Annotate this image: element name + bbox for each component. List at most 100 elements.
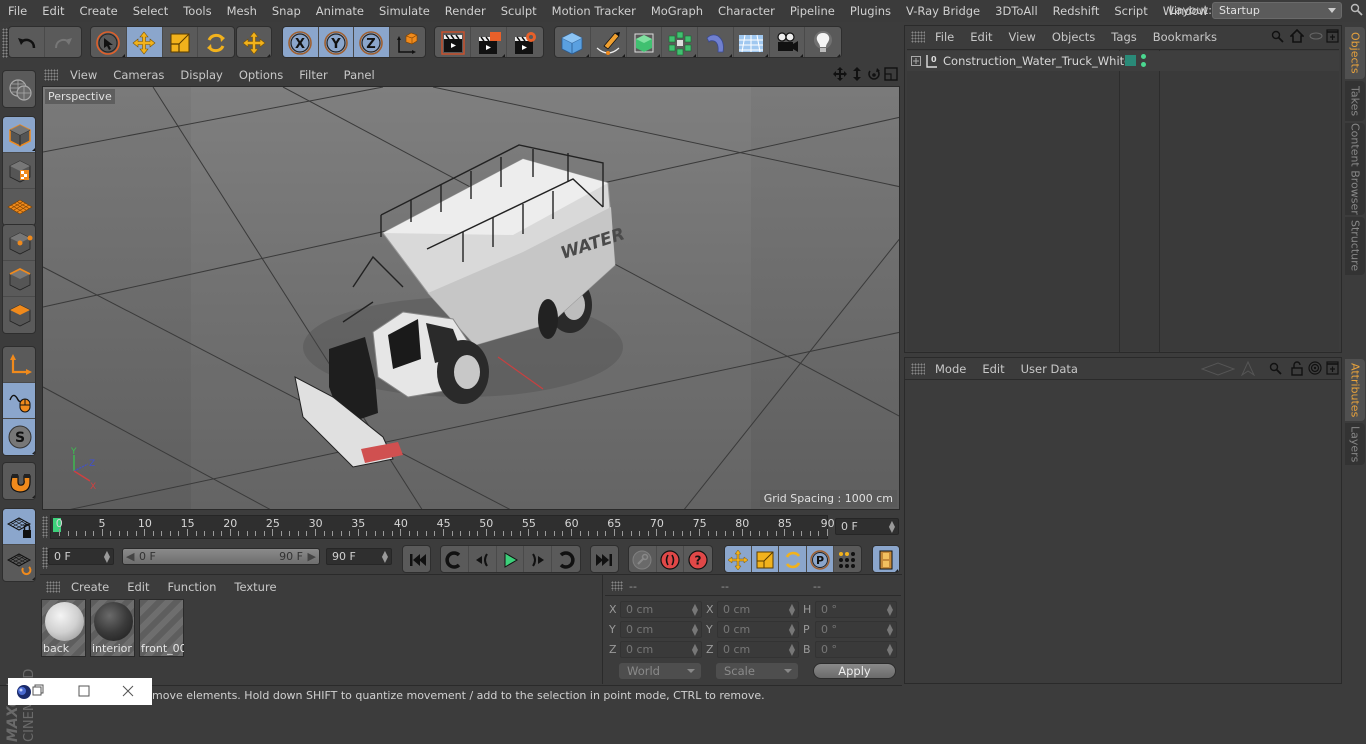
material-swatch[interactable]: front_00 (139, 599, 184, 657)
apply-button[interactable]: Apply (813, 663, 896, 679)
pen-button[interactable] (591, 27, 627, 57)
menu-pipeline[interactable]: Pipeline (782, 4, 842, 18)
make-editable-button[interactable] (3, 71, 35, 107)
go-to-start-button[interactable] (403, 546, 430, 572)
size-z-field[interactable]: 0 cm ▲ ▼ (717, 641, 799, 658)
material-menu-texture[interactable]: Texture (225, 580, 285, 594)
object-name[interactable]: Construction_Water_Truck_White (943, 54, 1131, 68)
spinner-arrows-icon[interactable]: ▲ ▼ (104, 550, 110, 564)
tab-layers[interactable]: Layers (1345, 423, 1365, 465)
next-key-button[interactable] (552, 546, 580, 572)
render-to-picture-viewer-button[interactable] (471, 27, 507, 57)
spinner-arrows-icon[interactable]: ▲ ▼ (789, 603, 795, 617)
next-frame-button[interactable] (524, 546, 553, 572)
menu-vray-bridge[interactable]: V-Ray Bridge (898, 4, 987, 18)
viewport-menu-panel[interactable]: Panel (336, 68, 383, 82)
position-y-field[interactable]: 0 cm ▲ ▼ (620, 621, 702, 638)
frame-range-slider[interactable]: ◀ 0 F 90 F ▶ (122, 548, 320, 565)
material-swatch[interactable]: back (41, 599, 86, 657)
new-panel-icon[interactable] (1326, 361, 1339, 375)
deformer-button[interactable] (698, 27, 734, 57)
position-z-field[interactable]: 0 cm ▲ ▼ (620, 641, 702, 658)
x-axis-lock-button[interactable]: X (283, 27, 319, 57)
menu-tools[interactable]: Tools (175, 4, 218, 18)
autokeying-button[interactable]: ? (684, 546, 712, 572)
cube-button[interactable] (555, 27, 591, 57)
rotation-b-field[interactable]: 0 ° ▲ ▼ (815, 641, 897, 658)
attribute-menu-mode[interactable]: Mode (927, 362, 974, 376)
back-arrow-icon[interactable] (1201, 362, 1235, 376)
panel-grip[interactable] (911, 31, 925, 43)
record-active-objects-button[interactable] (657, 546, 685, 572)
y-axis-lock-button[interactable]: Y (318, 27, 354, 57)
polygons-mode-button[interactable] (3, 297, 35, 333)
menu-sculpt[interactable]: Sculpt (493, 4, 544, 18)
panel-grip[interactable] (911, 362, 925, 375)
menu-snap[interactable]: Snap (264, 4, 308, 18)
dolly-view-icon[interactable] (850, 67, 864, 81)
orbit-view-icon[interactable] (867, 67, 881, 81)
search-icon[interactable] (1350, 3, 1364, 17)
move-button[interactable] (126, 27, 163, 57)
viewport-menu-options[interactable]: Options (231, 68, 291, 82)
object-menu-tags[interactable]: Tags (1103, 30, 1144, 44)
tab-attributes[interactable]: Attributes (1345, 359, 1365, 421)
z-axis-lock-button[interactable]: Z (354, 27, 390, 57)
floor-button[interactable] (734, 27, 770, 57)
points-mode-button[interactable] (3, 225, 35, 261)
position-x-field[interactable]: 0 cm ▲ ▼ (620, 601, 702, 618)
pan-view-icon[interactable] (833, 67, 847, 81)
up-arrow-icon[interactable] (1241, 361, 1255, 376)
current-frame-field[interactable]: 0 F ▲ ▼ (835, 518, 899, 535)
attribute-menu-user-data[interactable]: User Data (1013, 362, 1086, 376)
light-button[interactable] (805, 27, 841, 57)
solo-mode-button[interactable]: S (3, 419, 35, 455)
maximize-view-icon[interactable] (884, 67, 898, 81)
viewport-menu-cameras[interactable]: Cameras (105, 68, 172, 82)
previous-key-button[interactable] (441, 546, 469, 572)
maximize-window-icon[interactable] (78, 685, 90, 697)
viewport-menu-display[interactable]: Display (172, 68, 230, 82)
material-menu-edit[interactable]: Edit (118, 580, 158, 594)
spinner-arrows-icon[interactable]: ▲ ▼ (889, 520, 895, 534)
rotation-h-field[interactable]: 0 ° ▲ ▼ (815, 601, 897, 618)
menu-render[interactable]: Render (437, 4, 493, 18)
render-visibility-dot[interactable] (1141, 62, 1146, 67)
material-swatch[interactable]: interior (90, 599, 135, 657)
material-menu-create[interactable]: Create (62, 580, 118, 594)
timeline-grip[interactable] (42, 516, 48, 538)
object-menu-edit[interactable]: Edit (962, 30, 1000, 44)
render-view-button[interactable] (435, 27, 471, 57)
edges-mode-button[interactable] (3, 261, 35, 297)
snap-button[interactable] (3, 463, 35, 499)
camera-label[interactable]: Perspective (45, 89, 115, 104)
render-settings-button[interactable] (507, 27, 543, 57)
search-icon[interactable] (1269, 362, 1283, 376)
home-icon[interactable] (1290, 29, 1304, 43)
menu-create[interactable]: Create (72, 4, 125, 18)
spinner-arrows-icon[interactable]: ▲ ▼ (789, 623, 795, 637)
viewport-menu-view[interactable]: View (62, 68, 105, 82)
menu-select[interactable]: Select (125, 4, 175, 18)
object-row[interactable]: 0 Construction_Water_Truck_White (907, 51, 1339, 71)
menu-3dtoall[interactable]: 3DToAll (987, 4, 1045, 18)
cloner-button[interactable] (662, 27, 698, 57)
spinner-arrows-icon[interactable]: ▲ ▼ (692, 603, 698, 617)
range-left-arrow-icon[interactable]: ◀ (126, 550, 134, 563)
new-panel-icon[interactable] (1326, 29, 1339, 43)
object-menu-file[interactable]: File (927, 30, 962, 44)
object-menu-bookmarks[interactable]: Bookmarks (1145, 30, 1225, 44)
target-icon[interactable] (1308, 361, 1322, 375)
subdivision-surface-button[interactable] (627, 27, 663, 57)
menu-simulate[interactable]: Simulate (371, 4, 437, 18)
menu-motion-tracker[interactable]: Motion Tracker (544, 4, 643, 18)
key-parameter-button[interactable]: P (806, 546, 834, 572)
unlock-icon[interactable] (1291, 361, 1303, 376)
workplane-mode-button[interactable] (3, 189, 35, 225)
scale-button[interactable] (163, 27, 199, 57)
recent-move-button[interactable] (237, 27, 271, 57)
panel-grip[interactable] (44, 69, 58, 81)
key-rotation-button[interactable] (779, 546, 807, 572)
coordinate-space-dropdown[interactable]: World (619, 663, 701, 679)
go-to-end-button[interactable] (591, 546, 618, 572)
